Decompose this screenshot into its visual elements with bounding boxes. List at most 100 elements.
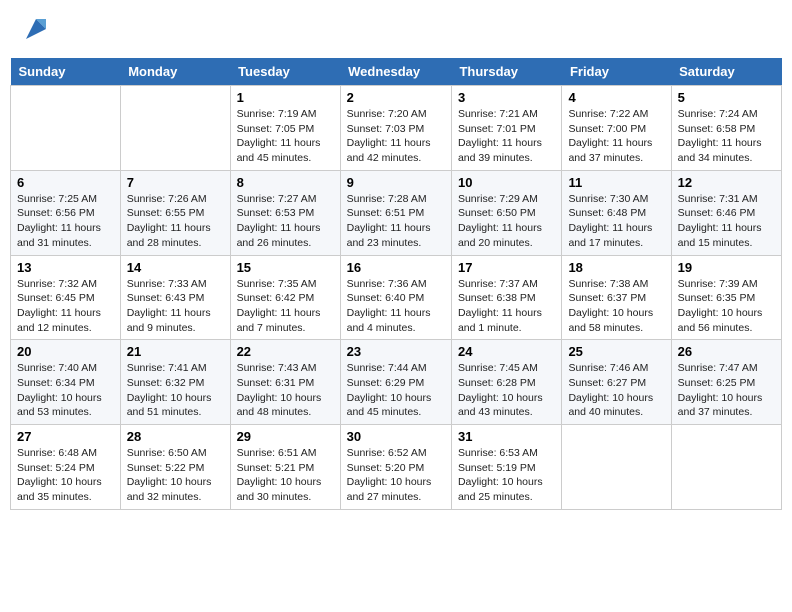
day-info: Sunrise: 6:53 AM Sunset: 5:19 PM Dayligh…	[458, 446, 555, 505]
day-number: 27	[17, 429, 114, 444]
logo	[20, 15, 50, 43]
calendar-cell: 24 Sunrise: 7:45 AM Sunset: 6:28 PM Dayli…	[451, 340, 561, 425]
calendar-week-row: 1 Sunrise: 7:19 AM Sunset: 7:05 PM Daylig…	[11, 86, 782, 171]
day-number: 3	[458, 90, 555, 105]
calendar-cell: 16 Sunrise: 7:36 AM Sunset: 6:40 PM Dayli…	[340, 255, 451, 340]
calendar-cell: 28 Sunrise: 6:50 AM Sunset: 5:22 PM Dayli…	[120, 425, 230, 510]
calendar-cell: 13 Sunrise: 7:32 AM Sunset: 6:45 PM Dayli…	[11, 255, 121, 340]
weekday-header-thursday: Thursday	[451, 58, 561, 86]
day-info: Sunrise: 7:19 AM Sunset: 7:05 PM Dayligh…	[237, 107, 334, 166]
day-info: Sunrise: 7:33 AM Sunset: 6:43 PM Dayligh…	[127, 277, 224, 336]
day-number: 9	[347, 175, 445, 190]
day-number: 26	[678, 344, 775, 359]
day-info: Sunrise: 6:48 AM Sunset: 5:24 PM Dayligh…	[17, 446, 114, 505]
day-number: 8	[237, 175, 334, 190]
day-number: 31	[458, 429, 555, 444]
calendar-cell: 11 Sunrise: 7:30 AM Sunset: 6:48 PM Dayli…	[562, 170, 671, 255]
calendar-cell: 7Sunrise: 7:26 AM Sunset: 6:55 PM Daylig…	[120, 170, 230, 255]
day-info: Sunrise: 7:37 AM Sunset: 6:38 PM Dayligh…	[458, 277, 555, 336]
calendar-cell: 23Sunrise: 7:44 AM Sunset: 6:29 PM Dayli…	[340, 340, 451, 425]
calendar-cell	[671, 425, 781, 510]
calendar-cell: 20 Sunrise: 7:40 AM Sunset: 6:34 PM Dayli…	[11, 340, 121, 425]
weekday-header-monday: Monday	[120, 58, 230, 86]
weekday-header-saturday: Saturday	[671, 58, 781, 86]
weekday-header-wednesday: Wednesday	[340, 58, 451, 86]
calendar-cell: 18 Sunrise: 7:38 AM Sunset: 6:37 PM Dayli…	[562, 255, 671, 340]
day-number: 18	[568, 260, 664, 275]
day-info: Sunrise: 6:52 AM Sunset: 5:20 PM Dayligh…	[347, 446, 445, 505]
calendar-cell: 15Sunrise: 7:35 AM Sunset: 6:42 PM Dayli…	[230, 255, 340, 340]
calendar-cell: 21 Sunrise: 7:41 AM Sunset: 6:32 PM Dayli…	[120, 340, 230, 425]
calendar-cell: 12 Sunrise: 7:31 AM Sunset: 6:46 PM Dayli…	[671, 170, 781, 255]
calendar-cell: 2 Sunrise: 7:20 AM Sunset: 7:03 PM Daylig…	[340, 86, 451, 171]
calendar-week-row: 20 Sunrise: 7:40 AM Sunset: 6:34 PM Dayli…	[11, 340, 782, 425]
day-info: Sunrise: 7:40 AM Sunset: 6:34 PM Dayligh…	[17, 361, 114, 420]
day-number: 21	[127, 344, 224, 359]
page-header	[10, 10, 782, 48]
day-number: 16	[347, 260, 445, 275]
day-number: 1	[237, 90, 334, 105]
calendar-cell	[11, 86, 121, 171]
day-info: Sunrise: 7:30 AM Sunset: 6:48 PM Dayligh…	[568, 192, 664, 251]
day-number: 23	[347, 344, 445, 359]
day-info: Sunrise: 7:25 AM Sunset: 6:56 PM Dayligh…	[17, 192, 114, 251]
calendar-header-row: SundayMondayTuesdayWednesdayThursdayFrid…	[11, 58, 782, 86]
day-number: 2	[347, 90, 445, 105]
day-info: Sunrise: 7:22 AM Sunset: 7:00 PM Dayligh…	[568, 107, 664, 166]
calendar-cell: 3 Sunrise: 7:21 AM Sunset: 7:01 PM Daylig…	[451, 86, 561, 171]
calendar-cell: 17 Sunrise: 7:37 AM Sunset: 6:38 PM Dayli…	[451, 255, 561, 340]
calendar-cell: 4 Sunrise: 7:22 AM Sunset: 7:00 PM Daylig…	[562, 86, 671, 171]
day-info: Sunrise: 7:21 AM Sunset: 7:01 PM Dayligh…	[458, 107, 555, 166]
weekday-header-tuesday: Tuesday	[230, 58, 340, 86]
day-info: Sunrise: 7:20 AM Sunset: 7:03 PM Dayligh…	[347, 107, 445, 166]
logo-icon	[22, 15, 50, 43]
day-info: Sunrise: 6:51 AM Sunset: 5:21 PM Dayligh…	[237, 446, 334, 505]
calendar-cell: 14 Sunrise: 7:33 AM Sunset: 6:43 PM Dayli…	[120, 255, 230, 340]
calendar-week-row: 6Sunrise: 7:25 AM Sunset: 6:56 PM Daylig…	[11, 170, 782, 255]
day-info: Sunrise: 6:50 AM Sunset: 5:22 PM Dayligh…	[127, 446, 224, 505]
calendar-cell: 29Sunrise: 6:51 AM Sunset: 5:21 PM Dayli…	[230, 425, 340, 510]
calendar-cell: 30 Sunrise: 6:52 AM Sunset: 5:20 PM Dayli…	[340, 425, 451, 510]
day-info: Sunrise: 7:35 AM Sunset: 6:42 PM Dayligh…	[237, 277, 334, 336]
calendar-table: SundayMondayTuesdayWednesdayThursdayFrid…	[10, 58, 782, 510]
day-info: Sunrise: 7:36 AM Sunset: 6:40 PM Dayligh…	[347, 277, 445, 336]
day-number: 17	[458, 260, 555, 275]
day-number: 28	[127, 429, 224, 444]
day-number: 20	[17, 344, 114, 359]
day-info: Sunrise: 7:39 AM Sunset: 6:35 PM Dayligh…	[678, 277, 775, 336]
day-info: Sunrise: 7:45 AM Sunset: 6:28 PM Dayligh…	[458, 361, 555, 420]
calendar-cell: 10Sunrise: 7:29 AM Sunset: 6:50 PM Dayli…	[451, 170, 561, 255]
day-number: 25	[568, 344, 664, 359]
calendar-cell: 1 Sunrise: 7:19 AM Sunset: 7:05 PM Daylig…	[230, 86, 340, 171]
day-number: 19	[678, 260, 775, 275]
day-info: Sunrise: 7:24 AM Sunset: 6:58 PM Dayligh…	[678, 107, 775, 166]
calendar-cell: 25 Sunrise: 7:46 AM Sunset: 6:27 PM Dayli…	[562, 340, 671, 425]
day-info: Sunrise: 7:29 AM Sunset: 6:50 PM Dayligh…	[458, 192, 555, 251]
calendar-cell	[120, 86, 230, 171]
day-number: 30	[347, 429, 445, 444]
day-number: 22	[237, 344, 334, 359]
day-info: Sunrise: 7:47 AM Sunset: 6:25 PM Dayligh…	[678, 361, 775, 420]
day-info: Sunrise: 7:28 AM Sunset: 6:51 PM Dayligh…	[347, 192, 445, 251]
calendar-cell: 27 Sunrise: 6:48 AM Sunset: 5:24 PM Dayli…	[11, 425, 121, 510]
calendar-week-row: 13 Sunrise: 7:32 AM Sunset: 6:45 PM Dayli…	[11, 255, 782, 340]
day-info: Sunrise: 7:32 AM Sunset: 6:45 PM Dayligh…	[17, 277, 114, 336]
day-number: 4	[568, 90, 664, 105]
day-info: Sunrise: 7:46 AM Sunset: 6:27 PM Dayligh…	[568, 361, 664, 420]
weekday-header-sunday: Sunday	[11, 58, 121, 86]
calendar-cell	[562, 425, 671, 510]
day-number: 7	[127, 175, 224, 190]
day-number: 24	[458, 344, 555, 359]
calendar-cell: 8Sunrise: 7:27 AM Sunset: 6:53 PM Daylig…	[230, 170, 340, 255]
day-number: 11	[568, 175, 664, 190]
day-info: Sunrise: 7:43 AM Sunset: 6:31 PM Dayligh…	[237, 361, 334, 420]
calendar-body: 1 Sunrise: 7:19 AM Sunset: 7:05 PM Daylig…	[11, 86, 782, 510]
day-info: Sunrise: 7:38 AM Sunset: 6:37 PM Dayligh…	[568, 277, 664, 336]
day-number: 13	[17, 260, 114, 275]
calendar-cell: 5Sunrise: 7:24 AM Sunset: 6:58 PM Daylig…	[671, 86, 781, 171]
day-number: 14	[127, 260, 224, 275]
day-number: 12	[678, 175, 775, 190]
day-info: Sunrise: 7:31 AM Sunset: 6:46 PM Dayligh…	[678, 192, 775, 251]
day-info: Sunrise: 7:41 AM Sunset: 6:32 PM Dayligh…	[127, 361, 224, 420]
calendar-cell: 31 Sunrise: 6:53 AM Sunset: 5:19 PM Dayli…	[451, 425, 561, 510]
